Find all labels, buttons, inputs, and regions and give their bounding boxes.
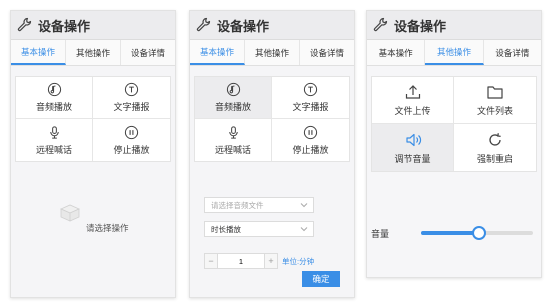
device-panel-other-ops: 设备操作 基本操作 其他操作 设备详情 文件上传 文件列表 调节音量 强制重启 … [366,10,542,278]
audio-play-label: 音频播放 [35,102,72,112]
stop-play-button[interactable]: 停止播放 [93,119,170,161]
text-broadcast-icon [303,82,318,97]
device-panel-audio-form: 设备操作 基本操作 其他操作 设备详情 音频播放 文字播报 远程喊话 停止播放 … [189,10,355,298]
unit-label: 单位:分钟 [282,256,315,266]
decrement-button[interactable]: − [204,253,218,269]
remote-shout-button[interactable]: 远程喊话 [16,119,93,161]
tab-bar: 基本操作 其他操作 设备详情 [11,40,175,66]
chevron-down-icon [300,227,308,232]
restart-icon [489,132,501,146]
tab-other-ops[interactable]: 其他操作 [245,40,300,65]
confirm-button[interactable]: 确定 [302,271,340,287]
stop-play-label: 停止播放 [113,144,150,155]
tab-basic-ops[interactable]: 基本操作 [367,40,426,65]
stop-play-button[interactable]: 停止播放 [272,119,349,161]
remote-shout-label: 远程喊话 [214,144,251,155]
volume-slider-fill [421,231,480,235]
panel-title: 设备操作 [394,18,447,34]
text-broadcast-label: 文字播报 [113,102,150,112]
file-list-button[interactable]: 文件列表 [454,77,536,124]
operation-grid: 音频播放 文字播报 远程喊话 停止播放 [15,76,171,162]
text-broadcast-button[interactable]: 文字播报 [272,77,349,119]
microphone-icon [49,125,59,139]
empty-state-text: 请选择操作 [85,223,129,233]
remote-shout-label: 远程喊话 [35,144,72,155]
audio-play-button[interactable]: 音频播放 [16,77,93,119]
volume-label: 音量 [371,228,390,239]
tab-basic-ops[interactable]: 基本操作 [11,40,66,65]
panel-header: 设备操作 [11,11,175,40]
increment-button[interactable]: + [264,253,278,269]
force-restart-label: 强制重启 [476,153,513,164]
duration-input[interactable] [218,253,264,269]
folder-icon [487,86,503,99]
panel-header: 设备操作 [190,11,354,40]
pause-icon [124,125,139,139]
volume-control: 音量 [371,223,533,243]
file-upload-label: 文件上传 [394,106,431,116]
play-mode-select[interactable]: 时长播放 [204,221,314,237]
microphone-icon [228,125,238,139]
volume-icon [405,133,421,146]
operation-grid: 音频播放 文字播报 远程喊话 停止播放 [194,76,350,162]
file-list-label: 文件列表 [476,106,513,116]
panel-header: 设备操作 [367,11,541,40]
duration-stepper: − + 单位:分钟 [204,253,314,269]
wrench-icon [373,17,388,32]
audio-file-select[interactable]: 请选择音频文件 [204,197,314,213]
chevron-down-icon [300,203,308,208]
audio-play-button[interactable]: 音频播放 [195,77,272,119]
panel-title: 设备操作 [217,18,270,34]
tab-device-details[interactable]: 设备详情 [121,40,175,65]
volume-slider-handle[interactable] [472,226,487,240]
adjust-volume-label: 调节音量 [394,153,431,164]
text-broadcast-icon [124,82,139,97]
tab-basic-ops[interactable]: 基本操作 [190,40,245,65]
tab-device-details[interactable]: 设备详情 [484,40,541,65]
wrench-icon [196,17,211,32]
audio-file-placeholder: 请选择音频文件 [211,200,264,210]
tab-bar: 基本操作 其他操作 设备详情 [190,40,354,66]
other-operation-grid: 文件上传 文件列表 调节音量 强制重启 [371,76,537,172]
audio-play-icon [47,82,61,97]
empty-state: 请选择操作 [11,201,175,236]
panel-title: 设备操作 [38,18,91,34]
remote-shout-button[interactable]: 远程喊话 [195,119,272,161]
audio-play-icon [226,82,240,97]
tab-device-details[interactable]: 设备详情 [300,40,354,65]
force-restart-button[interactable]: 强制重启 [454,124,536,171]
pause-icon [303,125,318,139]
empty-box-icon [59,204,80,222]
stop-play-label: 停止播放 [292,144,329,155]
text-broadcast-button[interactable]: 文字播报 [93,77,170,119]
play-mode-value: 时长播放 [211,224,241,234]
tab-other-ops[interactable]: 其他操作 [425,40,484,65]
adjust-volume-button[interactable]: 调节音量 [372,124,454,171]
upload-icon [405,85,420,99]
tab-bar: 基本操作 其他操作 设备详情 [367,40,541,66]
text-broadcast-label: 文字播报 [292,102,329,112]
tab-other-ops[interactable]: 其他操作 [66,40,121,65]
wrench-icon [17,17,32,32]
volume-slider-track[interactable] [421,226,533,240]
file-upload-button[interactable]: 文件上传 [372,77,454,124]
device-panel-basic-empty: 设备操作 基本操作 其他操作 设备详情 音频播放 文字播报 远程喊话 停止播放 … [10,10,176,298]
audio-play-label: 音频播放 [214,102,251,112]
